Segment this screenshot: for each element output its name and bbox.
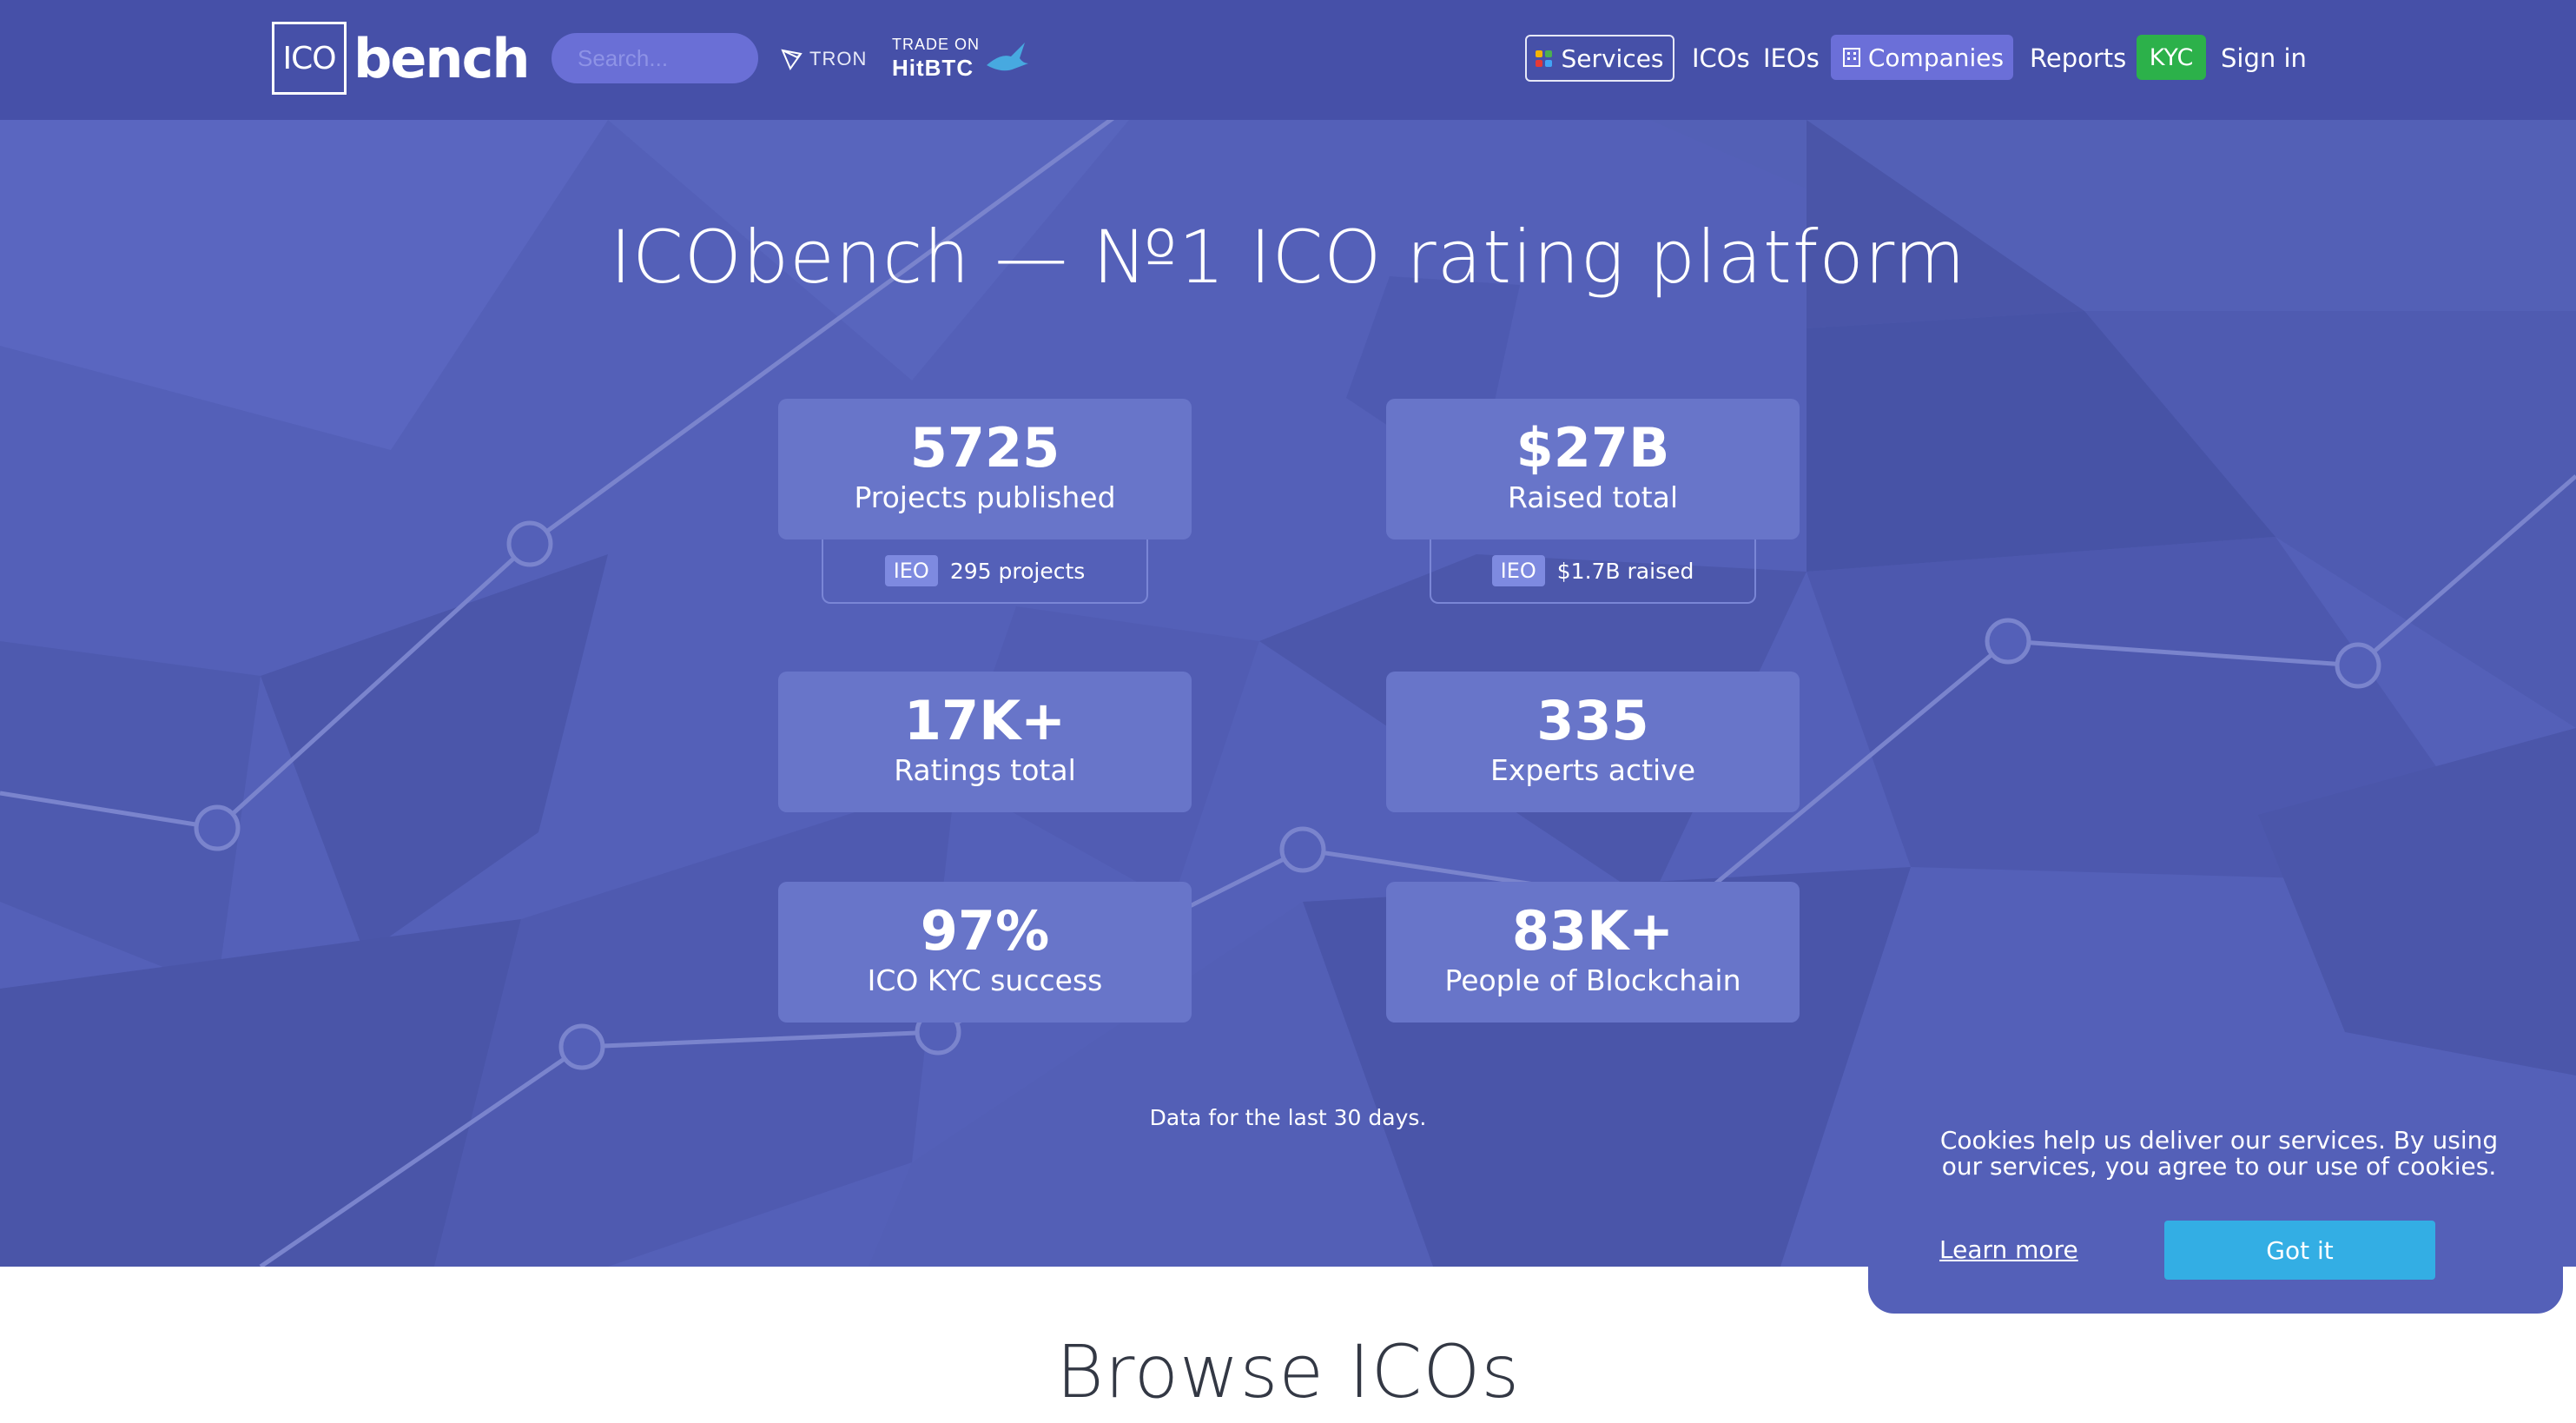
hitbtc-big-label: HitBTC <box>892 55 974 81</box>
browse-icos-heading: Browse ICOs <box>1055 1329 1521 1414</box>
tron-link[interactable]: TRON <box>780 43 867 75</box>
nav-reports[interactable]: Reports <box>2030 35 2126 82</box>
learn-more-link[interactable]: Learn more <box>1939 1235 2078 1264</box>
tron-icon <box>781 49 803 71</box>
search-input[interactable] <box>552 33 758 83</box>
stat-card-kyc[interactable]: 97% ICO KYC success <box>778 882 1192 1023</box>
ieo-substat-projects[interactable]: IEO 295 projects <box>822 539 1148 604</box>
nav-icos[interactable]: ICOs <box>1692 35 1750 82</box>
stat-number: 97% <box>920 899 1050 963</box>
logo-word: bench <box>353 26 530 90</box>
stat-label: ICO KYC success <box>867 963 1103 997</box>
nav-ieos[interactable]: IEOs <box>1763 35 1820 82</box>
hero-title: ICObench — №1 ICO rating platform <box>610 215 1966 300</box>
stat-number: $27B <box>1516 416 1670 480</box>
services-button[interactable]: Services <box>1525 35 1674 82</box>
stat-card-ratings[interactable]: 17K+ Ratings total <box>778 672 1192 812</box>
cookie-text: Cookies help us deliver our services. By… <box>1939 1126 2499 1181</box>
ieo-substat-text: 295 projects <box>949 558 1086 584</box>
ieo-badge: IEO <box>1491 555 1545 586</box>
ieo-badge: IEO <box>884 555 938 586</box>
stat-label: Raised total <box>1508 480 1678 514</box>
top-navbar: ICO bench TRON TRADE ON HitBTC Services … <box>0 0 2576 120</box>
got-it-button[interactable]: Got it <box>2164 1221 2435 1280</box>
stat-label: Ratings total <box>894 753 1076 787</box>
stat-card-people[interactable]: 83K+ People of Blockchain <box>1386 882 1800 1023</box>
ieo-substat-text: $1.7B raised <box>1556 558 1694 584</box>
icobench-logo[interactable]: ICO bench <box>272 22 530 95</box>
stat-label: Projects published <box>854 480 1116 514</box>
hitbtc-small-label: TRADE ON <box>892 36 981 53</box>
sign-in-link[interactable]: Sign in <box>2221 35 2307 82</box>
stat-card-raised[interactable]: $27B Raised total <box>1386 399 1800 539</box>
companies-label: Companies <box>1867 43 2005 72</box>
hitbtc-link[interactable]: TRADE ON HitBTC <box>892 36 1030 79</box>
stat-number: 83K+ <box>1511 899 1674 963</box>
services-grid-icon <box>1536 50 1553 67</box>
ieo-substat-raised[interactable]: IEO $1.7B raised <box>1430 539 1756 604</box>
building-icon <box>1842 48 1860 67</box>
kyc-button[interactable]: KYC <box>2137 35 2206 80</box>
stat-number: 17K+ <box>903 689 1067 752</box>
stat-card-projects[interactable]: 5725 Projects published <box>778 399 1192 539</box>
companies-button[interactable]: Companies <box>1831 35 2013 80</box>
stat-label: Experts active <box>1489 753 1696 787</box>
stat-card-experts[interactable]: 335 Experts active <box>1386 672 1800 812</box>
stat-number: 5725 <box>909 416 1060 480</box>
cookie-banner: Cookies help us deliver our services. By… <box>1868 1088 2563 1314</box>
logo-box: ICO <box>272 22 347 95</box>
services-label: Services <box>1561 43 1664 73</box>
hitbtc-bird-icon <box>987 42 1029 70</box>
stat-number: 335 <box>1536 689 1649 752</box>
tron-label: TRON <box>809 48 868 69</box>
stat-label: People of Blockchain <box>1444 963 1741 997</box>
